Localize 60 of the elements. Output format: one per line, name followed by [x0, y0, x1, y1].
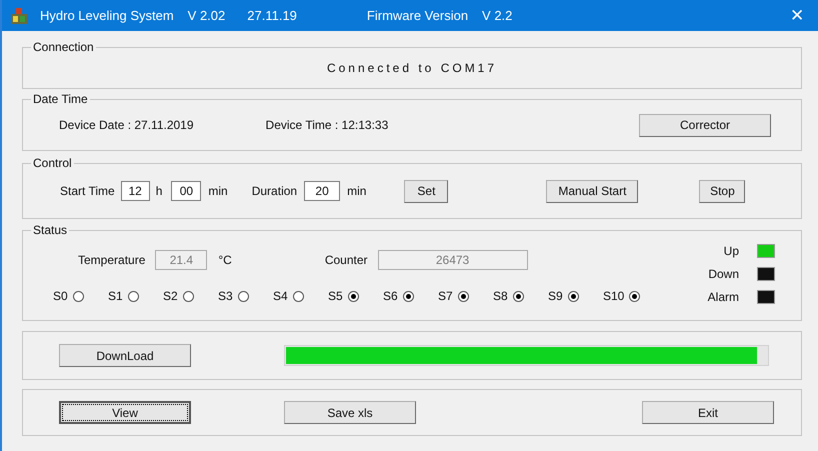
unit-label: °C: [218, 253, 232, 267]
view-button[interactable]: View: [59, 401, 191, 424]
sensor-label: S1: [108, 289, 123, 303]
app-icon: [10, 6, 28, 24]
window-title: V 2.02: [188, 8, 226, 23]
hour-field[interactable]: 12: [120, 181, 150, 201]
radio-button[interactable]: [402, 290, 414, 302]
sensor-label: S0: [53, 289, 68, 303]
save-xls-button[interactable]: Save xls: [284, 401, 416, 424]
window-title: Firmware Version: [366, 8, 468, 23]
group-label: Connection: [31, 40, 96, 54]
field-label: Counter: [324, 253, 368, 267]
radio-button[interactable]: [128, 290, 139, 302]
device-date: Device Date : 27.11.2019: [59, 118, 194, 132]
sensor-label: S2: [163, 289, 178, 303]
unit-label: min: [208, 184, 228, 198]
unit-label: h: [156, 184, 162, 198]
window-title: V 2.2: [482, 8, 512, 23]
sensor-label: S3: [218, 289, 233, 303]
field-label: Temperature: [78, 253, 146, 267]
window-title: Hydro Leveling System: [40, 8, 174, 23]
device-time: Device Time : 12:13:33: [266, 118, 388, 132]
window-title: 27.11.19: [247, 8, 297, 23]
duration-field[interactable]: 20: [304, 181, 340, 201]
group-label: Control: [31, 156, 74, 170]
indicator-label: Down: [708, 266, 739, 280]
sensor-label: S4: [273, 289, 288, 303]
radio-button[interactable]: [568, 290, 579, 302]
group-label: Date Time: [31, 92, 90, 106]
group-label: Status: [31, 223, 70, 237]
radio-button[interactable]: [292, 290, 304, 302]
radio-button[interactable]: [512, 290, 524, 302]
unit-label: min: [347, 184, 366, 198]
radio-button[interactable]: [629, 290, 640, 302]
radio-button[interactable]: [348, 290, 359, 302]
sensor-label: S5: [328, 289, 343, 303]
sensor-label: S7: [438, 289, 453, 303]
exit-button[interactable]: Exit: [642, 401, 774, 424]
sensor-label: S9: [548, 289, 563, 303]
radio-button[interactable]: [458, 290, 469, 302]
temperature-field[interactable]: 21.4: [155, 250, 208, 270]
indicator-label: Alarm: [708, 290, 739, 304]
close-icon[interactable]: ✕: [790, 5, 804, 26]
download-button[interactable]: DownLoad: [59, 344, 191, 367]
sensor-label: S8: [493, 289, 508, 303]
stop-button[interactable]: Stop: [699, 180, 746, 202]
counter-field[interactable]: 26473: [378, 250, 528, 270]
corrector-button[interactable]: Corrector: [639, 114, 771, 136]
radio-button[interactable]: [182, 290, 194, 302]
field-label: Duration: [252, 184, 298, 198]
radio-button[interactable]: [72, 290, 84, 302]
connection-status: Connected to COM17: [326, 61, 498, 75]
indicator-label: Up: [724, 244, 739, 258]
manual-start-button[interactable]: Manual Start: [546, 180, 638, 202]
field-label: Start Time: [60, 184, 115, 198]
minute-field[interactable]: 00: [171, 181, 202, 201]
set-button[interactable]: Set: [404, 180, 448, 202]
radio-button[interactable]: [238, 290, 249, 302]
sensor-label: S6: [383, 289, 398, 303]
sensor-label: S10: [603, 289, 624, 303]
